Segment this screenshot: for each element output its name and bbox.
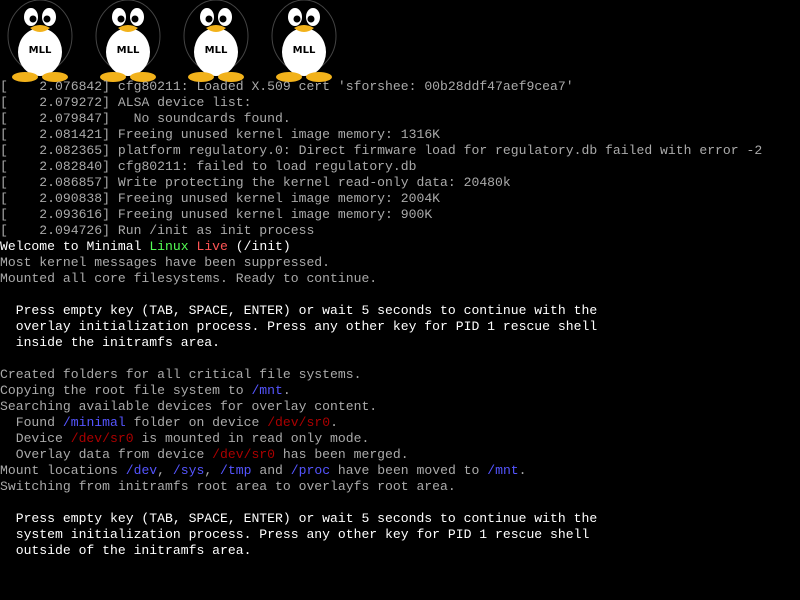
message-line: Mounted all core filesystems. Ready to c…	[0, 271, 378, 286]
welcome-minimal: Minimal	[86, 239, 142, 254]
logo-label: MLL	[28, 45, 52, 56]
text-segment: Found	[0, 415, 63, 430]
tux-penguin-icon	[95, 0, 161, 82]
log-message: Write protecting the kernel read-only da…	[110, 175, 511, 190]
path-minimal: /minimal	[62, 415, 126, 430]
prompt-line: system initialization process. Press any…	[0, 527, 590, 542]
prompt-line: overlay initialization process. Press an…	[0, 319, 598, 334]
message-line: Mount locations /dev, /sys, /tmp and /pr…	[0, 463, 800, 479]
log-timestamp: [ 2.081421]	[0, 127, 111, 142]
kernel-log-line: [ 2.082365] platform regulatory.0: Direc…	[0, 143, 800, 159]
text-segment: folder on device	[125, 415, 268, 430]
text-segment: .	[282, 383, 291, 398]
log-timestamp: [ 2.082365]	[0, 143, 111, 158]
log-timestamp: [ 2.082840]	[0, 159, 111, 174]
log-message: Freeing unused kernel image memory: 1316…	[110, 127, 441, 142]
kernel-log-line: [ 2.094726] Run /init as init process	[0, 223, 800, 239]
kernel-log-line: [ 2.086857] Write protecting the kernel …	[0, 175, 800, 191]
tux-penguin-icon	[271, 0, 337, 82]
text-segment: Mount locations	[0, 463, 126, 478]
text-segment: .	[330, 415, 338, 430]
tux-logo: MLL	[0, 0, 88, 82]
prompt-line: Press empty key (TAB, SPACE, ENTER) or w…	[0, 511, 598, 526]
log-message: Run /init as init process	[110, 223, 315, 238]
log-message: platform regulatory.0: Direct firmware l…	[110, 143, 763, 158]
console-screen: MLL MLL MLL MLL [2.076842] cfg80211: Lo…	[0, 0, 800, 600]
text-segment: is mounted in read only mode.	[133, 431, 370, 446]
welcome-live: Live	[196, 239, 228, 254]
text-segment: has been merged.	[275, 447, 409, 462]
prompt-line: outside of the initramfs area.	[0, 543, 252, 558]
text-segment: Device	[0, 431, 71, 446]
log-message: cfg80211: Loaded X.509 cert 'sforshee: 0…	[110, 79, 574, 94]
log-timestamp: [ 2.086857]	[0, 175, 111, 190]
kernel-log-line: [ 2.079847] No soundcards found.	[0, 111, 800, 127]
kernel-log-line: [ 2.076842] cfg80211: Loaded X.509 cert …	[0, 79, 800, 95]
log-message: No soundcards found.	[110, 111, 291, 126]
welcome-line: Welcome to Minimal Linux Live (/init)	[0, 239, 800, 255]
log-message: cfg80211: failed to load regulatory.db	[110, 159, 417, 174]
log-timestamp: [ 2.094726]	[0, 223, 111, 238]
kernel-log-line: [ 2.082840] cfg80211: failed to load reg…	[0, 159, 800, 175]
path-sys: /sys	[172, 463, 205, 478]
logo-label: MLL	[292, 45, 316, 56]
message-line: Searching available devices for overlay …	[0, 399, 378, 414]
message-line: Found /minimal folder on device /dev/sr0…	[0, 415, 800, 431]
log-timestamp: [ 2.093616]	[0, 207, 111, 222]
kernel-log-line: [ 2.081421] Freeing unused kernel image …	[0, 127, 800, 143]
path-mnt: /mnt	[487, 463, 519, 478]
tux-logo: MLL	[176, 0, 264, 82]
text-segment: Copying the root file system to	[0, 383, 252, 398]
console-output: [ 2.076842] cfg80211: Loaded X.509 cert …	[0, 79, 800, 559]
logo-label: MLL	[204, 45, 228, 56]
prompt-line: Press empty key (TAB, SPACE, ENTER) or w…	[0, 303, 598, 318]
log-message: Freeing unused kernel image memory: 2004…	[110, 191, 441, 206]
text-segment: ,	[157, 463, 173, 478]
text-segment: ,	[204, 463, 221, 478]
tux-penguin-icon	[183, 0, 249, 82]
log-timestamp: [ 2.076842]	[0, 79, 111, 94]
message-line: Device /dev/sr0 is mounted in read only …	[0, 431, 800, 447]
path-proc: /proc	[290, 463, 331, 478]
text-segment: and	[251, 463, 291, 478]
kernel-log-line: [ 2.079272] ALSA device list:	[0, 95, 800, 111]
message-line: Copying the root file system to /mnt.	[0, 383, 800, 399]
log-timestamp: [ 2.079847]	[0, 111, 111, 126]
welcome-prefix: Welcome to	[0, 239, 87, 254]
message-line: Most kernel messages have been suppresse…	[0, 255, 331, 270]
prompt-line: inside the initramfs area.	[0, 335, 221, 350]
log-timestamp: [ 2.079272]	[0, 95, 111, 110]
message-line: Switching from initramfs root area to ov…	[0, 479, 456, 494]
text-segment: .	[518, 463, 527, 478]
welcome-linux: Linux	[149, 239, 189, 254]
path-mnt: /mnt	[251, 383, 283, 398]
path-tmp: /tmp	[220, 463, 252, 478]
message-line: Created folders for all critical file sy…	[0, 367, 362, 382]
path-dev: /dev	[125, 463, 158, 478]
kernel-log-line: [ 2.090838] Freeing unused kernel image …	[0, 191, 800, 207]
welcome-suffix: (/init)	[227, 239, 291, 254]
boot-logo-row: MLL MLL MLL MLL	[0, 0, 352, 82]
message-line: Overlay data from device /dev/sr0 has be…	[0, 447, 800, 463]
text-segment: Overlay data from device	[0, 447, 213, 462]
log-message: Freeing unused kernel image memory: 900K	[110, 207, 433, 222]
tux-logo: MLL	[88, 0, 176, 82]
device-sr0: /dev/sr0	[212, 447, 276, 462]
tux-penguin-icon	[7, 0, 73, 82]
log-message: ALSA device list:	[110, 95, 252, 110]
device-sr0: /dev/sr0	[70, 431, 134, 446]
logo-label: MLL	[116, 45, 140, 56]
kernel-log-line: [ 2.093616] Freeing unused kernel image …	[0, 207, 800, 223]
device-sr0: /dev/sr0	[267, 415, 331, 430]
tux-logo: MLL	[264, 0, 352, 82]
log-timestamp: [ 2.090838]	[0, 191, 111, 206]
text-segment: have been moved to	[330, 463, 488, 478]
